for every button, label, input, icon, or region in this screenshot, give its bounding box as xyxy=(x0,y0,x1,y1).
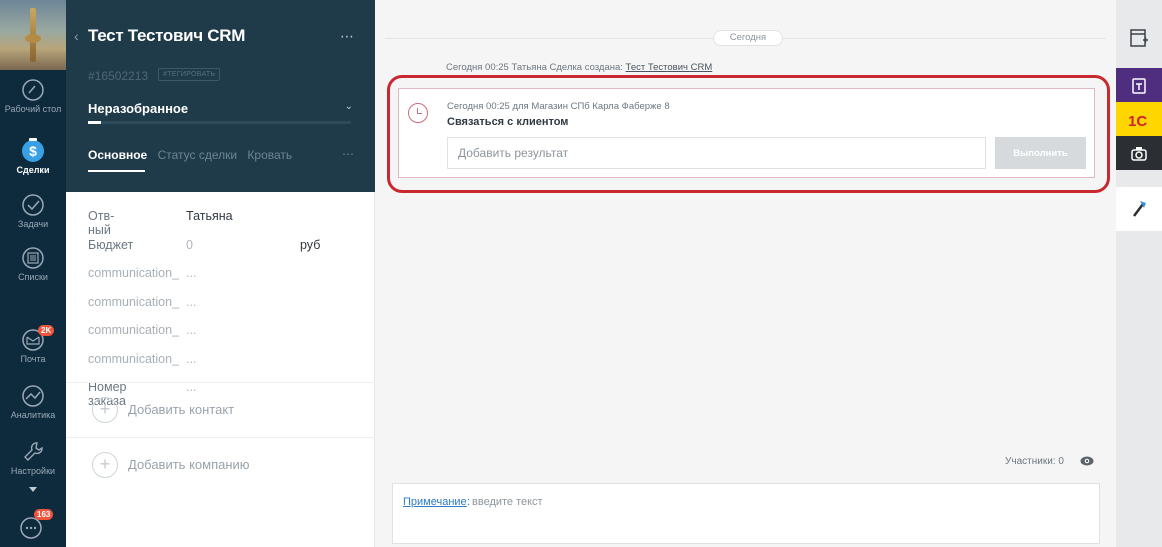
task-result-input[interactable] xyxy=(447,137,986,169)
tab-deal-status[interactable]: Статус сделки xyxy=(158,148,238,162)
deals-icon: $ xyxy=(22,138,44,162)
comment-box[interactable]: Примечание: введите текст xyxy=(392,483,1100,544)
nav-item-dashboard[interactable]: Рабочий стол xyxy=(0,78,66,114)
field-value[interactable]: ... xyxy=(186,352,196,366)
deal-id: #16502213 xyxy=(88,69,149,83)
stage-chevron-down-icon[interactable]: ⌄ xyxy=(345,101,353,112)
nav-item-deals[interactable]: $ Сделки xyxy=(0,137,66,175)
widget-document[interactable] xyxy=(1116,68,1162,102)
date-pill: Сегодня xyxy=(713,30,783,46)
left-nav: Рабочий стол $ Сделки Задачи Списки Почт… xyxy=(0,0,66,547)
field-value[interactable]: ... xyxy=(186,295,196,309)
system-note: Сегодня 00:25 Татьяна Сделка создана: Те… xyxy=(446,62,712,73)
eye-icon[interactable] xyxy=(1080,455,1094,467)
nav-item-tasks[interactable]: Задачи xyxy=(0,193,66,229)
field-value[interactable]: ... xyxy=(186,323,196,337)
settings-icon xyxy=(24,442,43,461)
right-widget-bar: 1С xyxy=(1116,0,1162,547)
analytics-icon xyxy=(22,385,44,407)
nav-label-mail: Почта xyxy=(20,354,46,364)
comment-placeholder[interactable]: введите текст xyxy=(472,496,543,508)
tasks-icon xyxy=(22,194,44,216)
tabs-more-icon[interactable]: ⋯ xyxy=(342,147,355,161)
tab-bed[interactable]: Кровать xyxy=(247,148,292,162)
field-label: communication_ xyxy=(88,323,180,337)
widget-1c[interactable]: 1С xyxy=(1116,102,1162,136)
add-panel-icon xyxy=(1130,29,1148,47)
budget-unit: руб xyxy=(300,237,321,252)
clock-icon xyxy=(408,103,428,123)
field-label: Отв-ный xyxy=(88,209,115,237)
nav-item-chats[interactable]: 163 xyxy=(18,509,54,542)
document-icon xyxy=(1132,78,1146,94)
dashboard-icon xyxy=(22,79,44,101)
nav-item-lists[interactable]: Списки xyxy=(0,246,66,282)
nav-label-tasks: Задачи xyxy=(17,219,49,229)
nav-expand-chevron-icon[interactable] xyxy=(29,487,37,492)
svg-text:1С: 1С xyxy=(1128,113,1147,129)
card-tabs: Основное Статус сделки Кровать xyxy=(88,148,299,162)
task-card: Сегодня 00:25 для Магазин СПб Карла Фабе… xyxy=(398,88,1095,178)
nav-label-analytics: Аналитика xyxy=(10,410,56,420)
plus-icon: + xyxy=(92,452,118,478)
task-meta: Сегодня 00:25 для Магазин СПб Карла Фабе… xyxy=(447,101,670,112)
field-value[interactable]: 0 xyxy=(186,238,193,252)
task-title: Связаться с клиентом xyxy=(447,116,569,128)
plus-icon: + xyxy=(92,397,118,423)
nav-item-mail[interactable]: Почта 2K xyxy=(0,325,66,364)
add-company-label: Добавить компанию xyxy=(128,457,250,472)
add-contact-row[interactable]: + Добавить контакт xyxy=(66,382,375,437)
comment-type-separator: : xyxy=(467,496,471,508)
field-value[interactable]: ... xyxy=(186,266,196,280)
lists-icon xyxy=(22,247,44,269)
nav-item-analytics[interactable]: Аналитика xyxy=(0,384,66,420)
widget-camera[interactable] xyxy=(1116,136,1162,170)
account-avatar[interactable] xyxy=(0,0,66,70)
field-label: Бюджет xyxy=(88,237,134,252)
system-note-text: Сегодня 00:25 Татьяна Сделка создана: xyxy=(446,62,623,73)
field-label: communication_ xyxy=(88,266,180,280)
header-more-icon[interactable]: ⋯ xyxy=(340,28,355,45)
deal-title[interactable]: Тест Тестович CRM xyxy=(88,26,245,46)
active-tab-underline xyxy=(88,170,145,172)
nav-item-settings[interactable]: Настройки xyxy=(0,440,66,476)
pipeline-stage[interactable]: Неразобранное xyxy=(88,101,188,116)
nav-label-settings: Настройки xyxy=(10,466,56,476)
stage-progress-fill xyxy=(88,121,102,124)
back-arrow-icon[interactable]: ‹ xyxy=(74,28,79,44)
chat-badge: 163 xyxy=(34,509,54,520)
comment-type-label[interactable]: Примечание xyxy=(403,496,467,508)
widget-tools[interactable] xyxy=(1116,187,1162,231)
deal-card: ‹ Тест Тестович CRM ⋯ #16502213 #ТЕГИРОВ… xyxy=(66,0,375,547)
activity-feed: Сегодня Сегодня 00:25 Татьяна Сделка соз… xyxy=(375,0,1116,547)
participants-count: Участники: 0 xyxy=(1005,456,1064,467)
field-label: communication_ xyxy=(88,351,180,366)
nav-label-deals: Сделки xyxy=(16,165,50,175)
tag-button[interactable]: #ТЕГИРОВАТЬ xyxy=(158,68,221,81)
stage-progress-bar xyxy=(88,121,351,124)
tab-main[interactable]: Основное xyxy=(88,148,147,162)
nav-label-dashboard: Рабочий стол xyxy=(4,104,62,114)
field-label: communication_ xyxy=(88,294,180,309)
add-contact-label: Добавить контакт xyxy=(128,402,235,417)
mail-badge: 2K xyxy=(38,325,55,336)
camera-icon xyxy=(1131,147,1147,161)
field-value[interactable]: Татьяна xyxy=(186,209,233,223)
add-company-row[interactable]: + Добавить компанию xyxy=(66,437,375,492)
complete-task-button[interactable]: Выполнить xyxy=(995,137,1086,169)
deal-link[interactable]: Тест Тестович CRM xyxy=(626,62,713,73)
deal-card-header: ‹ Тест Тестович CRM ⋯ #16502213 #ТЕГИРОВ… xyxy=(66,0,375,192)
1c-logo-icon: 1С xyxy=(1128,113,1147,129)
widget-add-panel[interactable] xyxy=(1116,20,1162,54)
svg-text:$: $ xyxy=(29,143,37,159)
nav-label-lists: Списки xyxy=(18,272,48,282)
hammer-icon xyxy=(1133,201,1146,217)
